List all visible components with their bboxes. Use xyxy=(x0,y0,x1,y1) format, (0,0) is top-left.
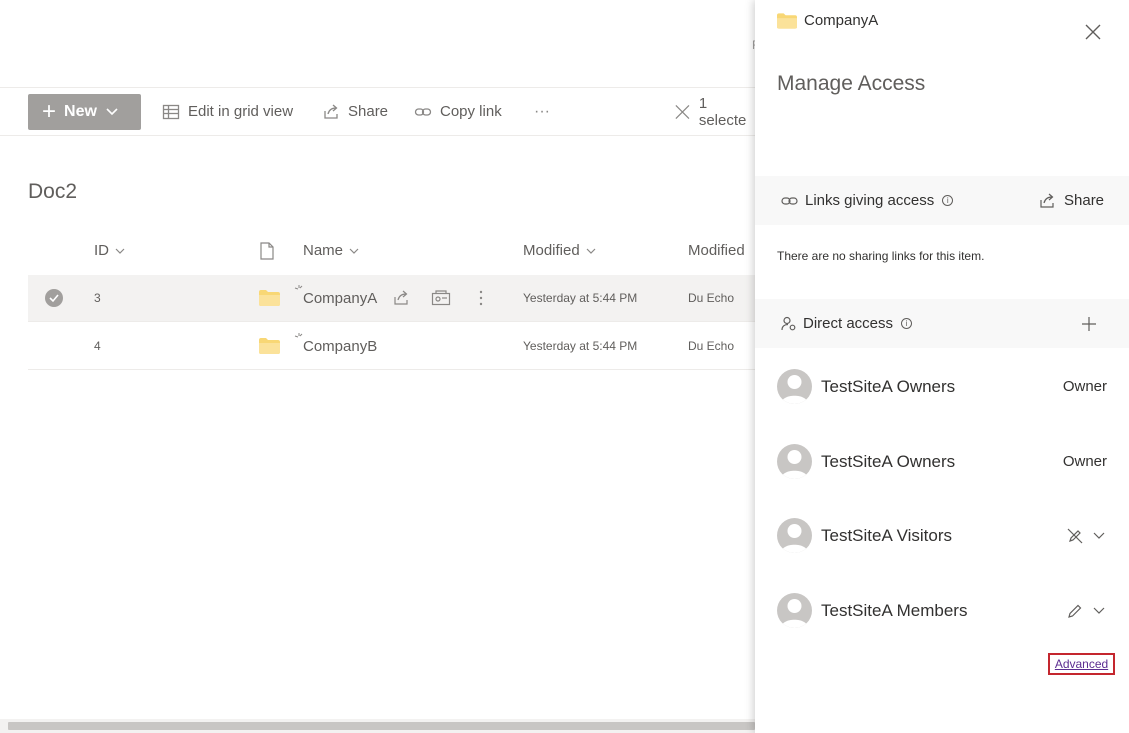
command-bar: + New Edit in grid view Share Copy link … xyxy=(0,87,755,136)
row-modified-by[interactable]: Du Echo xyxy=(688,275,734,321)
more-actions-button[interactable]: ··· xyxy=(534,88,550,135)
table-row[interactable]: 3 CompanyA Yesterday at 5:44 PM Du Echo xyxy=(28,275,755,322)
panel-share-label: Share xyxy=(1064,192,1105,209)
manage-access-panel: CompanyA Manage Access Links giving acce… xyxy=(755,0,1129,733)
access-entry-role: Owner xyxy=(1062,378,1107,395)
column-header-name-label: Name xyxy=(303,242,344,259)
access-entry[interactable]: TestSiteA Owners Owner xyxy=(777,444,1117,480)
row-name[interactable]: CompanyA xyxy=(303,275,377,321)
people-settings-icon xyxy=(781,316,796,330)
table-row[interactable]: 4 CompanyB Yesterday at 5:44 PM Du Echo xyxy=(28,323,755,370)
link-icon xyxy=(781,196,798,205)
row-modified-by[interactable]: Du Echo xyxy=(688,323,734,369)
column-header-id-label: ID xyxy=(94,242,109,259)
grid-icon xyxy=(162,104,180,119)
copy-link-label: Copy link xyxy=(440,103,502,120)
no-edit-icon xyxy=(1067,528,1083,543)
horizontal-scrollbar[interactable] xyxy=(0,719,755,733)
chevron-down-icon xyxy=(586,248,596,254)
new-button-label: New xyxy=(64,103,97,120)
row-id: 4 xyxy=(94,339,101,353)
folder-icon xyxy=(259,290,280,306)
avatar xyxy=(777,369,812,404)
access-entry-name: TestSiteA Owners xyxy=(821,376,956,396)
row-modified: Yesterday at 5:44 PM xyxy=(523,339,638,353)
share-label: Share xyxy=(348,103,389,120)
column-header-modified[interactable]: Modified xyxy=(523,242,596,259)
clear-selection-button[interactable]: 1 selecte xyxy=(674,88,755,135)
document-icon xyxy=(260,242,274,260)
column-header-file-type[interactable] xyxy=(259,242,275,260)
direct-access-label: Direct access i xyxy=(781,299,913,348)
panel-item-name: CompanyA xyxy=(804,12,879,29)
access-entry[interactable]: TestSiteA Members xyxy=(777,593,1117,629)
panel-item-header: CompanyA xyxy=(777,12,878,29)
plus-icon xyxy=(1082,316,1096,331)
plus-icon: + xyxy=(42,98,57,125)
access-entry[interactable]: TestSiteA Visitors xyxy=(777,518,1117,554)
info-icon[interactable]: i xyxy=(901,318,913,329)
access-entry[interactable]: TestSiteA Owners Owner xyxy=(777,369,1117,405)
avatar xyxy=(777,593,812,628)
advanced-link[interactable]: Advanced xyxy=(1048,653,1115,675)
access-entry-name: TestSiteA Owners xyxy=(821,451,956,471)
close-icon[interactable] xyxy=(1083,22,1103,42)
avatar xyxy=(777,518,812,553)
column-header-id[interactable]: ID xyxy=(94,242,125,259)
access-entry-role: Owner xyxy=(1062,453,1107,470)
chevron-down-icon xyxy=(349,248,359,254)
copy-link-button[interactable]: Copy link xyxy=(414,88,502,135)
folder-icon xyxy=(259,338,280,354)
chevron-down-icon xyxy=(1093,532,1105,539)
access-entry-name: TestSiteA Members xyxy=(821,600,968,620)
row-name[interactable]: CompanyB xyxy=(303,323,377,369)
links-section-label: Links giving access i xyxy=(781,176,954,225)
info-icon[interactable]: i xyxy=(942,195,954,206)
details-pane-icon[interactable] xyxy=(431,289,451,307)
share-icon xyxy=(324,104,338,119)
share-icon xyxy=(1040,193,1054,208)
links-section-title: Links giving access xyxy=(805,192,935,209)
column-header-name[interactable]: Name xyxy=(303,242,359,259)
folder-icon xyxy=(777,12,797,29)
panel-title: Manage Access xyxy=(777,72,926,95)
direct-access-section-header: Direct access i xyxy=(755,299,1129,348)
checkmark-icon[interactable] xyxy=(45,289,63,307)
scrollbar-thumb[interactable] xyxy=(8,722,755,730)
new-button[interactable]: + New xyxy=(28,94,141,130)
add-people-button[interactable] xyxy=(1081,299,1097,348)
library-title: Doc2 xyxy=(28,180,78,203)
row-modified: Yesterday at 5:44 PM xyxy=(523,291,638,305)
more-icon: ··· xyxy=(534,102,550,120)
permission-dropdown[interactable] xyxy=(1067,593,1105,628)
edit-grid-view-button[interactable]: Edit in grid view xyxy=(162,88,293,135)
column-header-modified-by[interactable]: Modified xyxy=(688,242,745,259)
links-section-header: Links giving access i Share xyxy=(755,176,1129,225)
share-button[interactable]: Share xyxy=(322,88,388,135)
more-vertical-icon[interactable] xyxy=(477,289,485,307)
edit-icon xyxy=(1068,604,1082,618)
permission-dropdown[interactable] xyxy=(1067,518,1105,553)
avatar xyxy=(777,444,812,479)
chevron-down-icon xyxy=(1093,607,1105,614)
selected-count-label: 1 selecte xyxy=(698,94,747,129)
direct-access-title: Direct access xyxy=(803,315,894,332)
share-icon[interactable] xyxy=(392,289,410,307)
panel-share-button[interactable]: Share xyxy=(1038,176,1104,225)
chevron-down-icon xyxy=(115,248,125,254)
access-entry-name: TestSiteA Visitors xyxy=(821,525,953,545)
edit-grid-view-label: Edit in grid view xyxy=(188,103,294,120)
row-id: 3 xyxy=(94,291,101,305)
close-icon xyxy=(675,104,690,119)
column-header-modified-by-label: Modified xyxy=(688,242,745,259)
chevron-down-icon xyxy=(106,108,118,116)
document-library: F + New Edit in grid view Share Copy lin… xyxy=(0,0,755,733)
column-header-modified-label: Modified xyxy=(523,242,580,259)
no-links-message: There are no sharing links for this item… xyxy=(777,249,985,263)
link-icon xyxy=(414,107,432,116)
